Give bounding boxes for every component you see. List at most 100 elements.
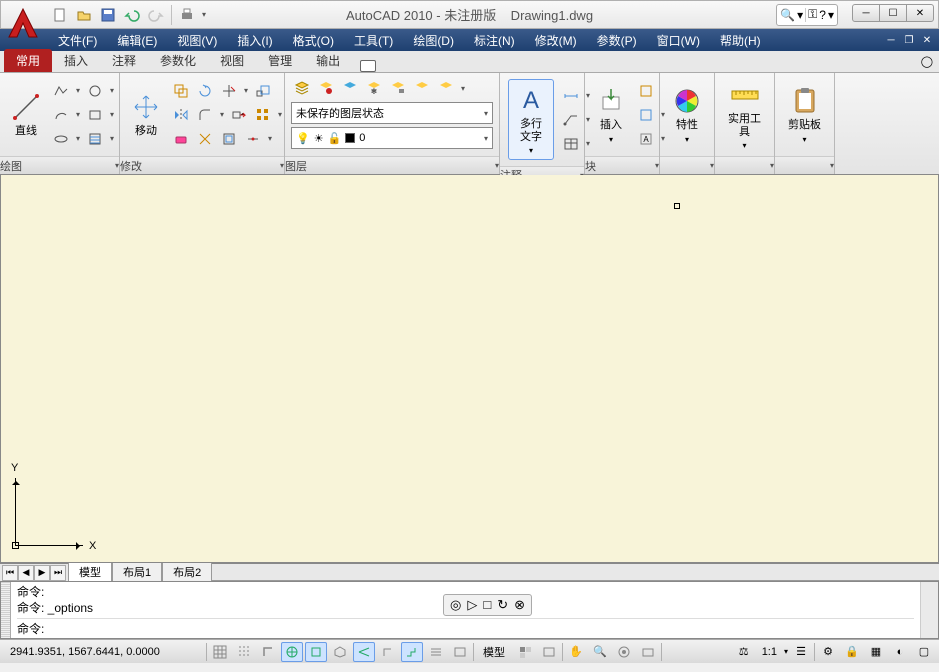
tab-parametric[interactable]: 参数化 — [148, 49, 208, 72]
menu-help[interactable]: 帮助(H) — [710, 29, 771, 51]
stop-icon[interactable]: □ — [483, 597, 491, 613]
refresh-icon[interactable]: ↻ — [497, 597, 508, 613]
polyline-icon[interactable] — [50, 80, 72, 102]
polar-icon[interactable] — [281, 642, 303, 662]
menu-tools[interactable]: 工具(T) — [344, 29, 403, 51]
rotate-icon[interactable] — [194, 80, 216, 102]
osnap3d-icon[interactable] — [329, 642, 351, 662]
hardware-icon[interactable]: ▦ — [865, 642, 887, 662]
record-icon[interactable]: ◎ — [450, 597, 461, 613]
measure-button[interactable]: 实用工具 ▾ — [721, 77, 768, 152]
insert-block-button[interactable]: 插入 ▾ — [591, 83, 631, 145]
edit-block-icon[interactable] — [635, 104, 657, 126]
array-icon[interactable] — [252, 104, 274, 126]
mdi-close[interactable]: ✕ — [919, 33, 935, 47]
scale-icon[interactable] — [252, 80, 274, 102]
close-button[interactable]: ✕ — [906, 4, 934, 22]
wheel-icon[interactable] — [613, 642, 635, 662]
layer-misc2-icon[interactable] — [435, 77, 457, 99]
command-window[interactable]: 命令: 命令: _options 命令: ◎ ▷ □ ↻ ⊗ — [0, 581, 939, 639]
attr-icon[interactable]: A — [635, 128, 657, 150]
erase-icon[interactable] — [170, 128, 192, 150]
open-icon[interactable] — [73, 4, 95, 26]
print-icon[interactable] — [176, 4, 198, 26]
offset-icon[interactable] — [218, 128, 240, 150]
undo-icon[interactable] — [121, 4, 143, 26]
annovisibility-icon[interactable]: ☰ — [790, 642, 812, 662]
isolate-icon[interactable]: ◐ — [889, 642, 911, 662]
maximize-button[interactable]: ☐ — [879, 4, 907, 22]
annoscale-icon[interactable]: ⚖ — [733, 642, 755, 662]
ducs-icon[interactable] — [377, 642, 399, 662]
layer-state-combo[interactable]: 未保存的图层状态▾ — [291, 102, 493, 124]
play-icon[interactable]: ▷ — [467, 597, 477, 613]
menu-dim[interactable]: 标注(N) — [464, 29, 525, 51]
help-icon[interactable]: ? — [819, 8, 826, 22]
hatch-icon[interactable] — [84, 128, 106, 150]
join-icon[interactable] — [242, 128, 264, 150]
close-float-icon[interactable]: ⊗ — [514, 597, 525, 613]
menu-draw[interactable]: 绘图(D) — [403, 29, 464, 51]
drawing-area[interactable]: Y X — [0, 175, 939, 563]
mdi-restore[interactable]: ❐ — [901, 33, 917, 47]
layer-freeze-icon[interactable]: ❄ — [363, 77, 385, 99]
copy-icon[interactable] — [170, 80, 192, 102]
osnap-icon[interactable] — [305, 642, 327, 662]
app-menu-button[interactable] — [3, 3, 43, 43]
clean-screen-icon[interactable]: ▢ — [913, 642, 935, 662]
qp-icon[interactable] — [449, 642, 471, 662]
leader-icon[interactable] — [560, 109, 582, 131]
pan-icon[interactable]: ✋ — [565, 642, 587, 662]
menu-modify[interactable]: 修改(M) — [525, 29, 587, 51]
move-button[interactable]: 移动 — [126, 89, 166, 140]
cmd-scrollbar[interactable] — [920, 582, 938, 638]
tab-annotate[interactable]: 注释 — [100, 49, 148, 72]
fillet-icon[interactable] — [194, 104, 216, 126]
mtext-button[interactable]: A 多行 文字 ▾ — [511, 82, 551, 157]
qview-layouts-icon[interactable] — [514, 642, 536, 662]
layout-next[interactable]: ▶ — [34, 565, 50, 581]
explode-icon[interactable] — [194, 128, 216, 150]
line-button[interactable]: 直线 — [6, 89, 46, 140]
new-icon[interactable] — [49, 4, 71, 26]
mdi-minimize[interactable]: ─ — [883, 33, 899, 47]
save-icon[interactable] — [97, 4, 119, 26]
arc-icon[interactable] — [50, 104, 72, 126]
tab-output[interactable]: 输出 — [304, 49, 352, 72]
grid-icon[interactable] — [233, 642, 255, 662]
lwt-icon[interactable] — [425, 642, 447, 662]
nav-float[interactable]: ◎ ▷ □ ↻ ⊗ — [443, 594, 532, 616]
rect-icon[interactable] — [84, 104, 106, 126]
layer-off-icon[interactable] — [315, 77, 337, 99]
tab-manage[interactable]: 管理 — [256, 49, 304, 72]
properties-button[interactable]: 特性 ▾ — [667, 83, 707, 145]
trim-icon[interactable] — [218, 80, 240, 102]
layer-iso-icon[interactable] — [339, 77, 361, 99]
modelspace-button[interactable]: 模型 — [476, 642, 512, 662]
lock-ui-icon[interactable]: 🔒 — [841, 642, 863, 662]
menu-param[interactable]: 参数(P) — [587, 29, 647, 51]
infocenter[interactable]: 🔍 ▾ ⚿ ? ▾ — [776, 4, 838, 26]
menu-edit[interactable]: 编辑(E) — [107, 29, 167, 51]
zoom-icon[interactable]: 🔍 — [589, 642, 611, 662]
redo-icon[interactable] — [145, 4, 167, 26]
paste-button[interactable]: 剪贴板 ▾ — [784, 83, 825, 145]
layout-last[interactable]: ⏭ — [50, 565, 66, 581]
minimize-button[interactable]: ─ — [852, 4, 880, 22]
ellipse-icon[interactable] — [50, 128, 72, 150]
layer-combo[interactable]: 💡 ☀ 🔓 0▾ — [291, 127, 493, 149]
menu-insert[interactable]: 插入(I) — [227, 29, 282, 51]
ortho-icon[interactable] — [257, 642, 279, 662]
coordinates[interactable]: 2941.9351, 1567.6441, 0.0000 — [4, 646, 204, 658]
layer-misc-icon[interactable] — [411, 77, 433, 99]
snap-icon[interactable] — [209, 642, 231, 662]
menu-view[interactable]: 视图(V) — [167, 29, 227, 51]
menu-file[interactable]: 文件(F) — [48, 29, 107, 51]
stretch-icon[interactable] — [228, 104, 250, 126]
layout-tab-2[interactable]: 布局2 — [162, 563, 212, 582]
layout-first[interactable]: ⏮ — [2, 565, 18, 581]
table-icon[interactable] — [560, 133, 582, 155]
menu-window[interactable]: 窗口(W) — [647, 29, 710, 51]
mail-icon[interactable] — [360, 60, 376, 72]
layout-tab-model[interactable]: 模型 — [68, 563, 112, 582]
